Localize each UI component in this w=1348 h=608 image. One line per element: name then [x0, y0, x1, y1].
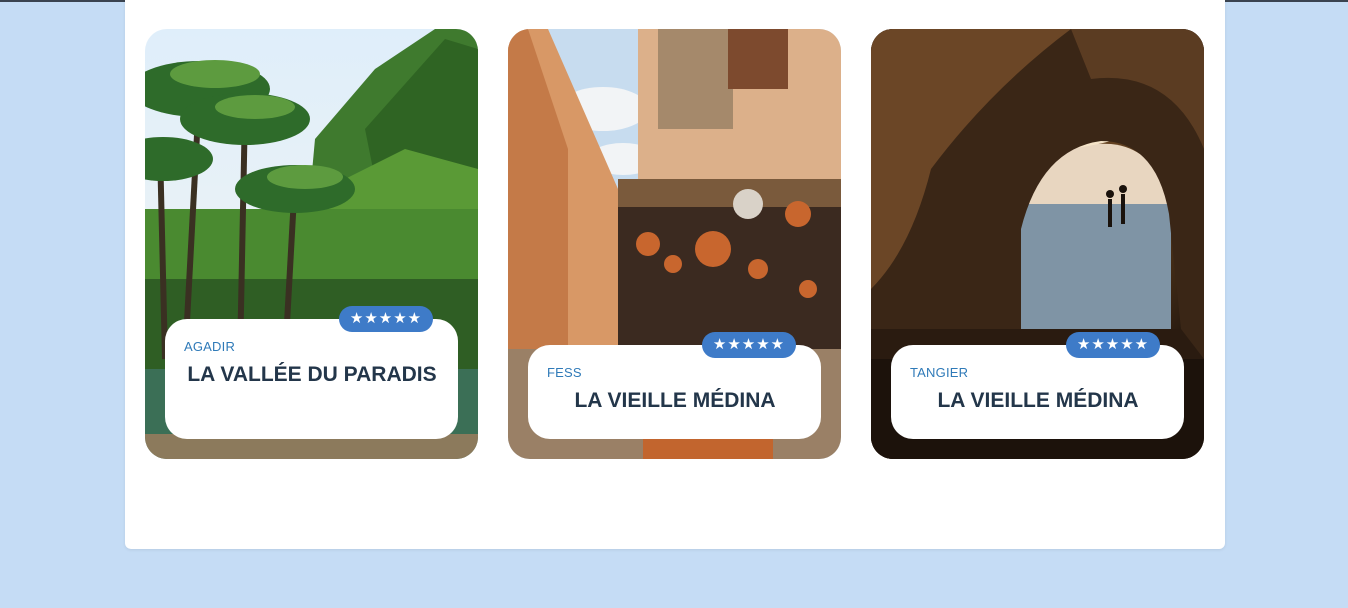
- card-info: FESS LA VIEILLE MÉDINA: [528, 345, 821, 439]
- rating-badge: ★★★★★: [1066, 332, 1160, 358]
- destination-card-tangier[interactable]: TANGIER LA VIEILLE MÉDINA ★★★★★: [871, 29, 1204, 459]
- destination-card-agadir[interactable]: AGADIR LA VALLÉE DU PARADIS ★★★★★: [145, 29, 478, 459]
- card-title[interactable]: LA VIEILLE MÉDINA: [547, 388, 803, 414]
- card-info: AGADIR LA VALLÉE DU PARADIS: [165, 319, 458, 439]
- destination-card-fess[interactable]: FESS LA VIEILLE MÉDINA ★★★★★: [508, 29, 841, 459]
- rating-badge: ★★★★★: [339, 306, 433, 332]
- card-city: FESS: [547, 365, 582, 380]
- card-info: TANGIER LA VIEILLE MÉDINA: [891, 345, 1184, 439]
- card-city: AGADIR: [184, 339, 236, 354]
- card-title[interactable]: LA VALLÉE DU PARADIS: [184, 362, 440, 388]
- card-city: TANGIER: [910, 365, 969, 380]
- rating-badge: ★★★★★: [702, 332, 796, 358]
- card-title[interactable]: LA VIEILLE MÉDINA: [910, 388, 1166, 414]
- destinations-panel: AGADIR LA VALLÉE DU PARADIS ★★★★★ FESS L…: [125, 0, 1225, 549]
